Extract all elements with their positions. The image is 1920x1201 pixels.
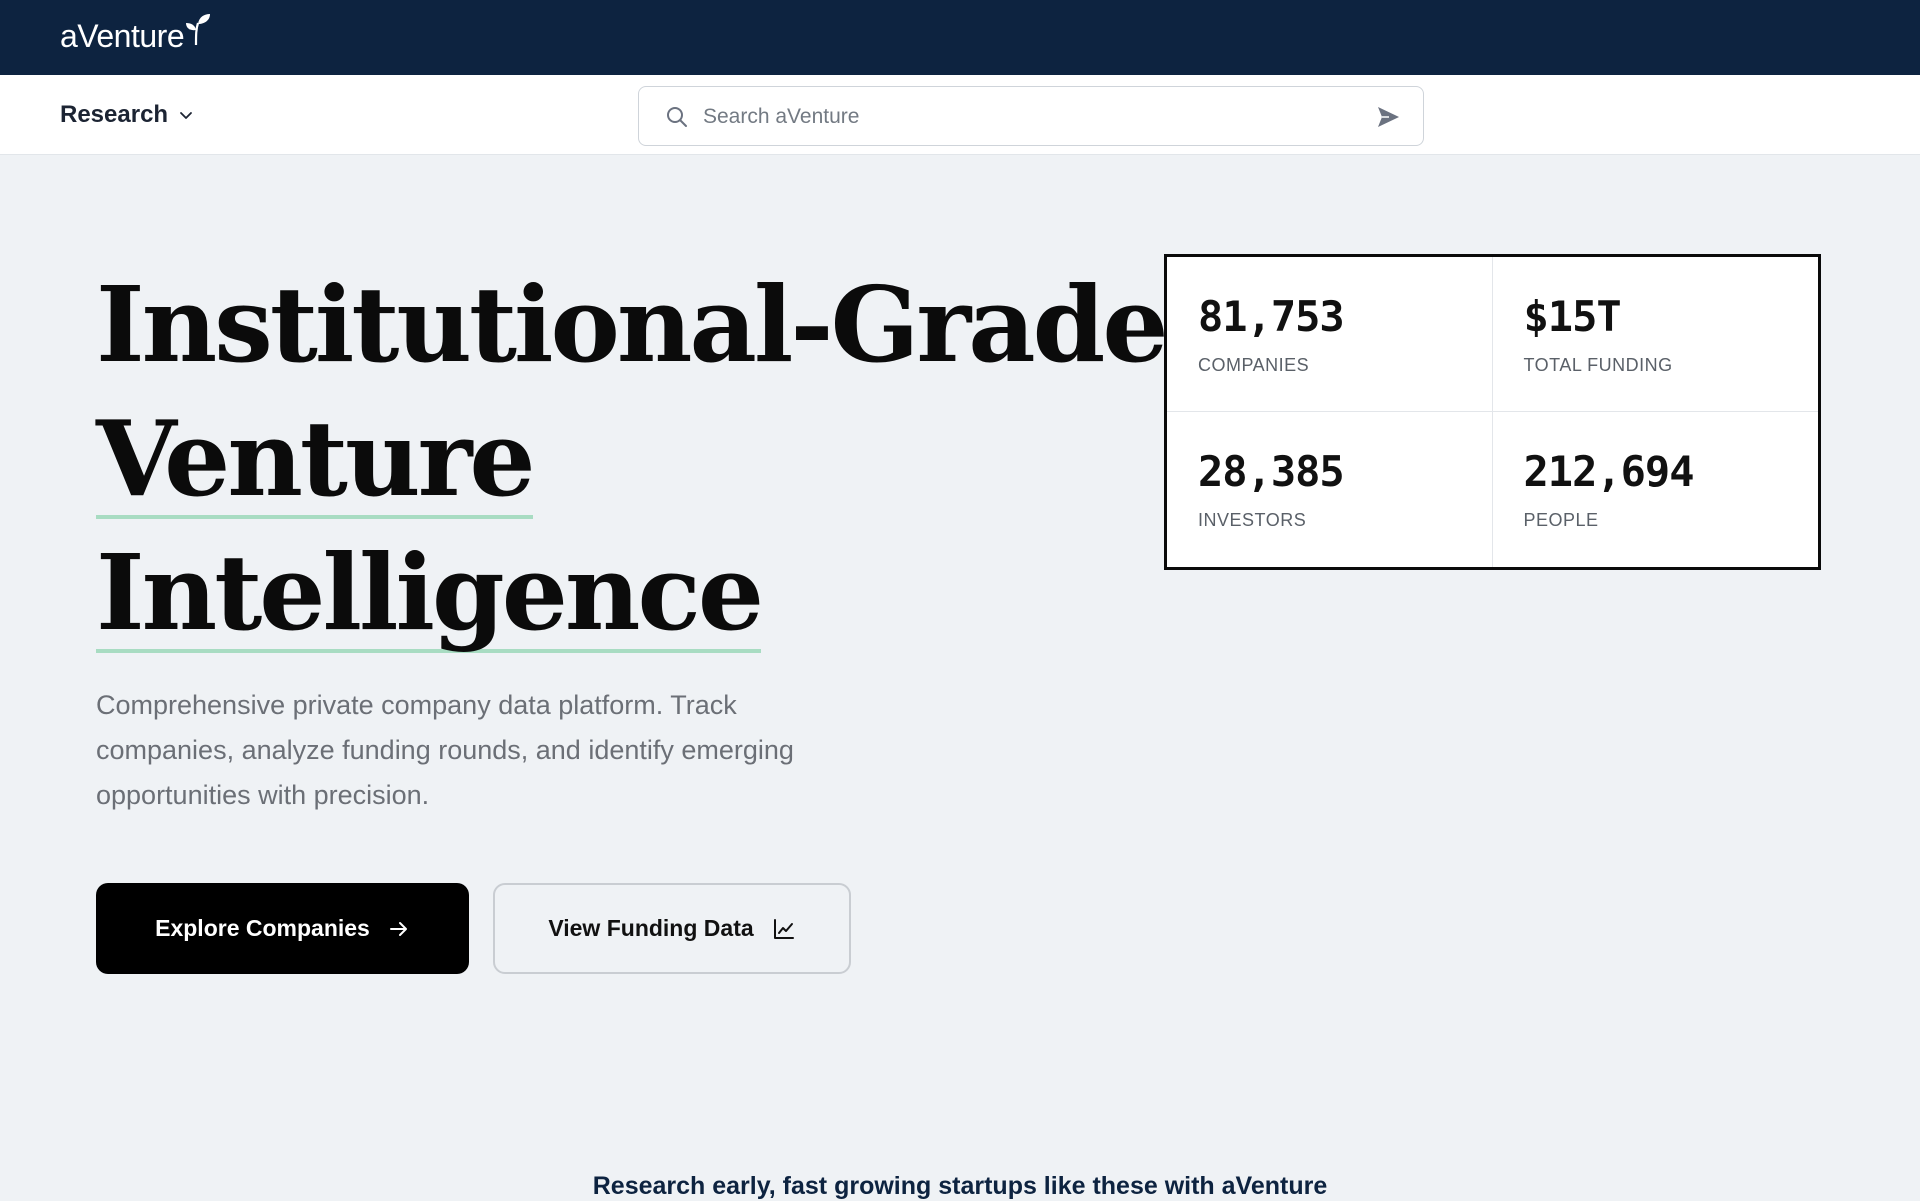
hero-title-line-3: Intelligence: [96, 531, 764, 654]
search-icon: [667, 107, 687, 127]
search-bar: [638, 86, 1424, 146]
view-funding-data-label: View Funding Data: [548, 915, 754, 941]
hero-title-line-2: Venture: [96, 397, 536, 520]
top-header: aVenture: [0, 0, 1920, 75]
hero-title: Institutional-Grade Venture Intelligence: [96, 258, 1168, 660]
stat-label: COMPANIES: [1198, 355, 1310, 375]
stat-total-funding: $15T TOTAL FUNDING: [1492, 257, 1818, 412]
arrow-right-icon: [389, 921, 407, 936]
stat-value: $15T: [1523, 292, 1622, 341]
sub-navigation: Research: [0, 75, 1920, 155]
research-dropdown[interactable]: Research: [60, 99, 194, 131]
stat-people: 212,694 PEOPLE: [1493, 412, 1819, 567]
search-input[interactable]: [703, 101, 1353, 133]
sprout-icon: [186, 14, 211, 45]
hero-description: Comprehensive private company data platf…: [96, 690, 794, 810]
line-chart-icon: [773, 918, 794, 939]
explore-companies-button[interactable]: Explore Companies: [96, 883, 469, 974]
stat-investors: 28,385 INVESTORS: [1167, 412, 1493, 567]
research-label: Research: [60, 101, 169, 128]
stat-label: PEOPLE: [1523, 510, 1599, 530]
stat-value: 28,385: [1198, 447, 1345, 496]
stat-companies: 81,753 COMPANIES: [1167, 257, 1493, 412]
view-funding-data-button[interactable]: View Funding Data: [493, 883, 851, 974]
stats-panel: 81,753 COMPANIES $15T TOTAL FUNDING 28,3…: [1164, 254, 1821, 570]
stat-value: 212,694: [1523, 447, 1695, 496]
brand-logo[interactable]: aVenture: [60, 14, 211, 56]
stat-value: 81,753: [1198, 292, 1345, 341]
stat-label: TOTAL FUNDING: [1523, 355, 1673, 375]
stat-label: INVESTORS: [1198, 510, 1307, 530]
startups-tagline: Research early, fast growing startups li…: [592, 1172, 1328, 1200]
explore-companies-label: Explore Companies: [155, 915, 370, 941]
brand-name: aVenture: [60, 17, 185, 54]
chevron-down-icon: [180, 112, 192, 119]
send-icon[interactable]: [1375, 104, 1401, 130]
hero-title-line-1: Institutional-Grade: [96, 263, 1168, 386]
